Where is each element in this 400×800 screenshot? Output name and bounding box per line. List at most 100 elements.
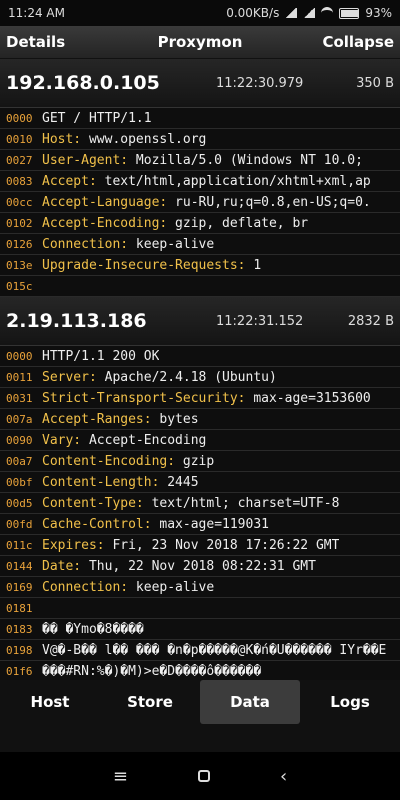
byte-offset: 01f6 bbox=[6, 664, 33, 678]
menu-icon[interactable]: ≡ bbox=[113, 766, 128, 787]
wifi-icon bbox=[321, 6, 334, 20]
header-value: keep-alive bbox=[128, 579, 215, 595]
header-name: Server: bbox=[42, 369, 97, 385]
header-name: Connection: bbox=[42, 236, 129, 252]
battery-level: 93% bbox=[365, 6, 392, 20]
byte-offset: 0000 bbox=[6, 111, 33, 125]
data-row: 007a Accept-Ranges: bytes bbox=[0, 409, 400, 430]
app-bar: Details Proxymon Collapse bbox=[0, 26, 400, 59]
header-name: Accept: bbox=[42, 173, 97, 189]
header-value: max-age=119031 bbox=[151, 516, 269, 532]
header-name: Upgrade-Insecure-Requests: bbox=[42, 257, 246, 273]
data-row: 0144 Date: Thu, 22 Nov 2018 08:22:31 GMT bbox=[0, 556, 400, 577]
data-row: 00fd Cache-Control: max-age=119031 bbox=[0, 514, 400, 535]
header-name: Accept-Language: bbox=[42, 194, 168, 210]
byte-offset: 015c bbox=[6, 279, 33, 293]
payload-size: 350 B bbox=[356, 75, 394, 91]
row-content: Strict-Transport-Security: max-age=31536… bbox=[42, 391, 371, 406]
header-value: 2445 bbox=[159, 474, 199, 490]
byte-offset: 0083 bbox=[6, 174, 33, 188]
signal-icon-2 bbox=[303, 8, 316, 18]
data-row: 0000 GET / HTTP/1.1 bbox=[0, 108, 400, 129]
header-value: 1 bbox=[245, 257, 262, 273]
header-name: Content-Type: bbox=[42, 495, 144, 511]
tab-logs[interactable]: Logs bbox=[300, 680, 400, 724]
header-name: Connection: bbox=[42, 579, 129, 595]
header-value: Thu, 22 Nov 2018 08:22:31 GMT bbox=[81, 558, 316, 574]
byte-offset: 00d5 bbox=[6, 496, 33, 510]
payload-size: 2832 B bbox=[347, 313, 394, 329]
header-value: bytes bbox=[151, 411, 199, 427]
header-name: Cache-Control: bbox=[42, 516, 152, 532]
byte-offset: 00bf bbox=[6, 475, 33, 489]
header-value: max-age=3153600 bbox=[245, 390, 371, 406]
data-row: 0126 Connection: keep-alive bbox=[0, 234, 400, 255]
data-row: 015c bbox=[0, 276, 400, 297]
back-icon[interactable]: ‹ bbox=[280, 766, 287, 787]
bottom-tabs: Host Store Data Logs bbox=[0, 680, 400, 752]
data-row: 00d5 Content-Type: text/html; charset=UTF… bbox=[0, 493, 400, 514]
data-row: 0010 Host: www.openssl.org bbox=[0, 129, 400, 150]
host-ip: 192.168.0.105 bbox=[6, 72, 160, 94]
host-header[interactable]: 2.19.113.186 11:22:31.152 2832 B bbox=[0, 297, 400, 346]
row-content: ���#RN:%�)�M)>e�D����ô������ bbox=[42, 663, 262, 679]
data-row: 0011 Server: Apache/2.4.18 (Ubuntu) bbox=[0, 367, 400, 388]
data-row: 0102 Accept-Encoding: gzip, deflate, br bbox=[0, 213, 400, 234]
header-name: Date: bbox=[42, 558, 82, 574]
data-row: 0000 HTTP/1.1 200 OK bbox=[0, 346, 400, 367]
data-row: 0090 Vary: Accept-Encoding bbox=[0, 430, 400, 451]
header-value: Accept-Encoding bbox=[81, 432, 207, 448]
byte-offset: 00fd bbox=[6, 517, 33, 531]
header-name: Accept-Encoding: bbox=[42, 215, 168, 231]
request-time: 11:22:30.979 bbox=[216, 75, 304, 91]
traffic-list[interactable]: 192.168.0.105 11:22:30.979 350 B 0000 GET / … bbox=[0, 59, 400, 681]
byte-offset: 0027 bbox=[6, 153, 33, 167]
network-speed: 0.00KB/s bbox=[226, 6, 280, 20]
details-button[interactable]: Details bbox=[6, 33, 65, 51]
tab-data[interactable]: Data bbox=[200, 680, 300, 724]
header-value: www.openssl.org bbox=[81, 131, 207, 147]
row-content: Connection: keep-alive bbox=[42, 237, 214, 252]
header-value: gzip bbox=[175, 453, 215, 469]
row-content: Connection: keep-alive bbox=[42, 580, 214, 595]
collapse-button[interactable]: Collapse bbox=[322, 33, 394, 51]
data-row: 0083 Accept: text/html,application/xhtml+… bbox=[0, 171, 400, 192]
data-row: 011c Expires: Fri, 23 Nov 2018 17:26:22 G… bbox=[0, 535, 400, 556]
tab-host[interactable]: Host bbox=[0, 680, 100, 724]
status-bar: 11:24 AM 0.00KB/s 93% bbox=[0, 0, 400, 26]
row-content: User-Agent: Mozilla/5.0 (Windows NT 10.0… bbox=[42, 153, 363, 168]
byte-offset: 00cc bbox=[6, 195, 33, 209]
header-value: Fri, 23 Nov 2018 17:26:22 GMT bbox=[104, 537, 340, 553]
byte-offset: 011c bbox=[6, 538, 33, 552]
row-content: GET / HTTP/1.1 bbox=[42, 110, 152, 126]
byte-offset: 0183 bbox=[6, 622, 33, 636]
data-row: 0198 V@�-B�� l�� ��� �n�p�����@K�ń�U�����… bbox=[0, 640, 400, 661]
byte-offset: 00a7 bbox=[6, 454, 33, 468]
header-name: Strict-Transport-Security: bbox=[42, 390, 246, 406]
header-value: gzip, deflate, br bbox=[167, 215, 309, 231]
status-time: 11:24 AM bbox=[8, 6, 65, 20]
header-value: keep-alive bbox=[128, 236, 215, 252]
byte-offset: 0169 bbox=[6, 580, 33, 594]
byte-offset: 0144 bbox=[6, 559, 33, 573]
home-icon[interactable] bbox=[197, 770, 210, 782]
header-value: ru-RU,ru;q=0.8,en-US;q=0. bbox=[167, 194, 371, 210]
byte-offset: 007a bbox=[6, 412, 33, 426]
data-row: 013e Upgrade-Insecure-Requests: 1 bbox=[0, 255, 400, 276]
row-content: Cache-Control: max-age=119031 bbox=[42, 517, 269, 532]
header-value: text/html,application/xhtml+xml,ap bbox=[96, 173, 371, 189]
header-name: Content-Encoding: bbox=[42, 453, 176, 469]
header-name: Accept-Ranges: bbox=[42, 411, 152, 427]
data-row: 0183 �� �Ymo�8���� bbox=[0, 619, 400, 640]
row-content: Content-Length: 2445 bbox=[42, 475, 199, 490]
header-value: Apache/2.4.18 (Ubuntu) bbox=[96, 369, 277, 385]
signal-icon bbox=[285, 8, 298, 18]
row-content: Accept-Encoding: gzip, deflate, br bbox=[42, 216, 308, 231]
row-content: Expires: Fri, 23 Nov 2018 17:26:22 GMT bbox=[42, 538, 339, 553]
row-content: Upgrade-Insecure-Requests: 1 bbox=[42, 258, 261, 273]
byte-offset: 0010 bbox=[6, 132, 33, 146]
data-row: 00a7 Content-Encoding: gzip bbox=[0, 451, 400, 472]
host-header[interactable]: 192.168.0.105 11:22:30.979 350 B bbox=[0, 59, 400, 108]
data-row: 0169 Connection: keep-alive bbox=[0, 577, 400, 598]
tab-store[interactable]: Store bbox=[100, 680, 200, 724]
